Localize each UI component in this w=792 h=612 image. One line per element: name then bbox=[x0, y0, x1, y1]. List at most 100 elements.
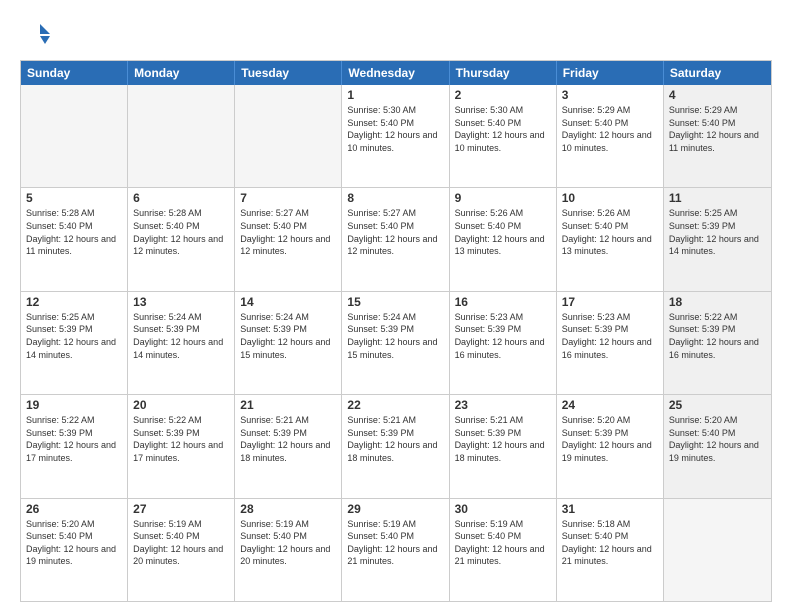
day-number: 25 bbox=[669, 398, 766, 412]
calendar-cell: 26Sunrise: 5:20 AM Sunset: 5:40 PM Dayli… bbox=[21, 499, 128, 601]
calendar-cell: 24Sunrise: 5:20 AM Sunset: 5:39 PM Dayli… bbox=[557, 395, 664, 497]
day-number: 22 bbox=[347, 398, 443, 412]
day-info: Sunrise: 5:23 AM Sunset: 5:39 PM Dayligh… bbox=[455, 311, 551, 361]
day-number: 19 bbox=[26, 398, 122, 412]
calendar-cell: 22 Sunrise: 5:21 AM Sunset: 5:39 PM Dayli… bbox=[342, 395, 449, 497]
calendar-cell: 3 Sunrise: 5:29 AM Sunset: 5:40 PM Daylig… bbox=[557, 85, 664, 187]
day-number: 27 bbox=[133, 502, 229, 516]
day-info: Sunrise: 5:23 AM Sunset: 5:39 PM Dayligh… bbox=[562, 311, 658, 361]
calendar-row: 26Sunrise: 5:20 AM Sunset: 5:40 PM Dayli… bbox=[21, 498, 771, 601]
day-number: 10 bbox=[562, 191, 658, 205]
day-info: Sunrise: 5:25 AM Sunset: 5:39 PM Dayligh… bbox=[669, 207, 766, 257]
calendar-cell: 18Sunrise: 5:22 AM Sunset: 5:39 PM Dayli… bbox=[664, 292, 771, 394]
day-number: 29 bbox=[347, 502, 443, 516]
calendar-cell bbox=[128, 85, 235, 187]
calendar-cell: 15 Sunrise: 5:24 AM Sunset: 5:39 PM Dayli… bbox=[342, 292, 449, 394]
weekday-header: Friday bbox=[557, 61, 664, 85]
calendar-cell: 6 Sunrise: 5:28 AM Sunset: 5:40 PM Daylig… bbox=[128, 188, 235, 290]
day-number: 3 bbox=[562, 88, 658, 102]
day-info: Sunrise: 5:29 AM Sunset: 5:40 PM Dayligh… bbox=[669, 104, 766, 154]
day-info: Sunrise: 5:24 AM Sunset: 5:39 PM Dayligh… bbox=[240, 311, 336, 361]
calendar: SundayMondayTuesdayWednesdayThursdayFrid… bbox=[20, 60, 772, 602]
day-info: Sunrise: 5:28 AM Sunset: 5:40 PM Dayligh… bbox=[133, 207, 229, 257]
day-info: Sunrise: 5:25 AM Sunset: 5:39 PM Dayligh… bbox=[26, 311, 122, 361]
day-number: 15 bbox=[347, 295, 443, 309]
day-info: Sunrise: 5:30 AM Sunset: 5:40 PM Dayligh… bbox=[455, 104, 551, 154]
day-info: Sunrise: 5:29 AM Sunset: 5:40 PM Dayligh… bbox=[562, 104, 658, 154]
day-info: Sunrise: 5:27 AM Sunset: 5:40 PM Dayligh… bbox=[347, 207, 443, 257]
calendar-row: 1 Sunrise: 5:30 AM Sunset: 5:40 PM Daylig… bbox=[21, 85, 771, 187]
day-number: 16 bbox=[455, 295, 551, 309]
day-info: Sunrise: 5:26 AM Sunset: 5:40 PM Dayligh… bbox=[562, 207, 658, 257]
calendar-cell: 29 Sunrise: 5:19 AM Sunset: 5:40 PM Dayli… bbox=[342, 499, 449, 601]
calendar-row: 19 Sunrise: 5:22 AM Sunset: 5:39 PM Dayli… bbox=[21, 394, 771, 497]
day-info: Sunrise: 5:19 AM Sunset: 5:40 PM Dayligh… bbox=[347, 518, 443, 568]
day-number: 5 bbox=[26, 191, 122, 205]
calendar-cell: 30 Sunrise: 5:19 AM Sunset: 5:40 PM Dayli… bbox=[450, 499, 557, 601]
header bbox=[20, 20, 772, 50]
calendar-body: 1 Sunrise: 5:30 AM Sunset: 5:40 PM Daylig… bbox=[21, 85, 771, 601]
day-number: 30 bbox=[455, 502, 551, 516]
day-info: Sunrise: 5:22 AM Sunset: 5:39 PM Dayligh… bbox=[133, 414, 229, 464]
calendar-cell bbox=[235, 85, 342, 187]
calendar-cell: 12 Sunrise: 5:25 AM Sunset: 5:39 PM Dayli… bbox=[21, 292, 128, 394]
day-info: Sunrise: 5:30 AM Sunset: 5:40 PM Dayligh… bbox=[347, 104, 443, 154]
weekday-header: Tuesday bbox=[235, 61, 342, 85]
calendar-cell: 9Sunrise: 5:26 AM Sunset: 5:40 PM Daylig… bbox=[450, 188, 557, 290]
day-number: 1 bbox=[347, 88, 443, 102]
calendar-cell: 8 Sunrise: 5:27 AM Sunset: 5:40 PM Daylig… bbox=[342, 188, 449, 290]
calendar-cell: 16 Sunrise: 5:23 AM Sunset: 5:39 PM Dayli… bbox=[450, 292, 557, 394]
day-info: Sunrise: 5:22 AM Sunset: 5:39 PM Dayligh… bbox=[669, 311, 766, 361]
day-number: 11 bbox=[669, 191, 766, 205]
weekday-header: Wednesday bbox=[342, 61, 449, 85]
day-number: 20 bbox=[133, 398, 229, 412]
calendar-cell: 11 Sunrise: 5:25 AM Sunset: 5:39 PM Dayli… bbox=[664, 188, 771, 290]
calendar-row: 12 Sunrise: 5:25 AM Sunset: 5:39 PM Dayli… bbox=[21, 291, 771, 394]
page: SundayMondayTuesdayWednesdayThursdayFrid… bbox=[0, 0, 792, 612]
day-number: 9 bbox=[455, 191, 551, 205]
weekday-header: Thursday bbox=[450, 61, 557, 85]
day-number: 17 bbox=[562, 295, 658, 309]
day-info: Sunrise: 5:20 AM Sunset: 5:40 PM Dayligh… bbox=[26, 518, 122, 568]
weekday-header: Monday bbox=[128, 61, 235, 85]
day-info: Sunrise: 5:18 AM Sunset: 5:40 PM Dayligh… bbox=[562, 518, 658, 568]
day-info: Sunrise: 5:21 AM Sunset: 5:39 PM Dayligh… bbox=[347, 414, 443, 464]
calendar-cell: 19 Sunrise: 5:22 AM Sunset: 5:39 PM Dayli… bbox=[21, 395, 128, 497]
day-number: 14 bbox=[240, 295, 336, 309]
calendar-cell: 14 Sunrise: 5:24 AM Sunset: 5:39 PM Dayli… bbox=[235, 292, 342, 394]
calendar-cell: 7Sunrise: 5:27 AM Sunset: 5:40 PM Daylig… bbox=[235, 188, 342, 290]
calendar-cell bbox=[664, 499, 771, 601]
calendar-cell: 28Sunrise: 5:19 AM Sunset: 5:40 PM Dayli… bbox=[235, 499, 342, 601]
day-number: 6 bbox=[133, 191, 229, 205]
day-number: 2 bbox=[455, 88, 551, 102]
day-info: Sunrise: 5:24 AM Sunset: 5:39 PM Dayligh… bbox=[133, 311, 229, 361]
calendar-cell: 4Sunrise: 5:29 AM Sunset: 5:40 PM Daylig… bbox=[664, 85, 771, 187]
calendar-cell: 21Sunrise: 5:21 AM Sunset: 5:39 PM Dayli… bbox=[235, 395, 342, 497]
day-number: 13 bbox=[133, 295, 229, 309]
day-number: 31 bbox=[562, 502, 658, 516]
day-number: 23 bbox=[455, 398, 551, 412]
calendar-cell: 1 Sunrise: 5:30 AM Sunset: 5:40 PM Daylig… bbox=[342, 85, 449, 187]
day-number: 8 bbox=[347, 191, 443, 205]
day-info: Sunrise: 5:19 AM Sunset: 5:40 PM Dayligh… bbox=[133, 518, 229, 568]
calendar-cell: 5Sunrise: 5:28 AM Sunset: 5:40 PM Daylig… bbox=[21, 188, 128, 290]
calendar-cell bbox=[21, 85, 128, 187]
day-info: Sunrise: 5:21 AM Sunset: 5:39 PM Dayligh… bbox=[455, 414, 551, 464]
calendar-cell: 2 Sunrise: 5:30 AM Sunset: 5:40 PM Daylig… bbox=[450, 85, 557, 187]
day-info: Sunrise: 5:27 AM Sunset: 5:40 PM Dayligh… bbox=[240, 207, 336, 257]
day-info: Sunrise: 5:24 AM Sunset: 5:39 PM Dayligh… bbox=[347, 311, 443, 361]
day-info: Sunrise: 5:19 AM Sunset: 5:40 PM Dayligh… bbox=[455, 518, 551, 568]
day-number: 12 bbox=[26, 295, 122, 309]
day-number: 21 bbox=[240, 398, 336, 412]
weekday-header: Saturday bbox=[664, 61, 771, 85]
calendar-cell: 10 Sunrise: 5:26 AM Sunset: 5:40 PM Dayli… bbox=[557, 188, 664, 290]
day-info: Sunrise: 5:22 AM Sunset: 5:39 PM Dayligh… bbox=[26, 414, 122, 464]
day-number: 24 bbox=[562, 398, 658, 412]
calendar-cell: 27 Sunrise: 5:19 AM Sunset: 5:40 PM Dayli… bbox=[128, 499, 235, 601]
day-info: Sunrise: 5:20 AM Sunset: 5:40 PM Dayligh… bbox=[669, 414, 766, 464]
calendar-cell: 13 Sunrise: 5:24 AM Sunset: 5:39 PM Dayli… bbox=[128, 292, 235, 394]
weekday-header: Sunday bbox=[21, 61, 128, 85]
calendar-cell: 31 Sunrise: 5:18 AM Sunset: 5:40 PM Dayli… bbox=[557, 499, 664, 601]
calendar-header: SundayMondayTuesdayWednesdayThursdayFrid… bbox=[21, 61, 771, 85]
calendar-row: 5 Sunrise: 5:28 AM Sunset: 5:40 PM Daylig… bbox=[21, 187, 771, 290]
